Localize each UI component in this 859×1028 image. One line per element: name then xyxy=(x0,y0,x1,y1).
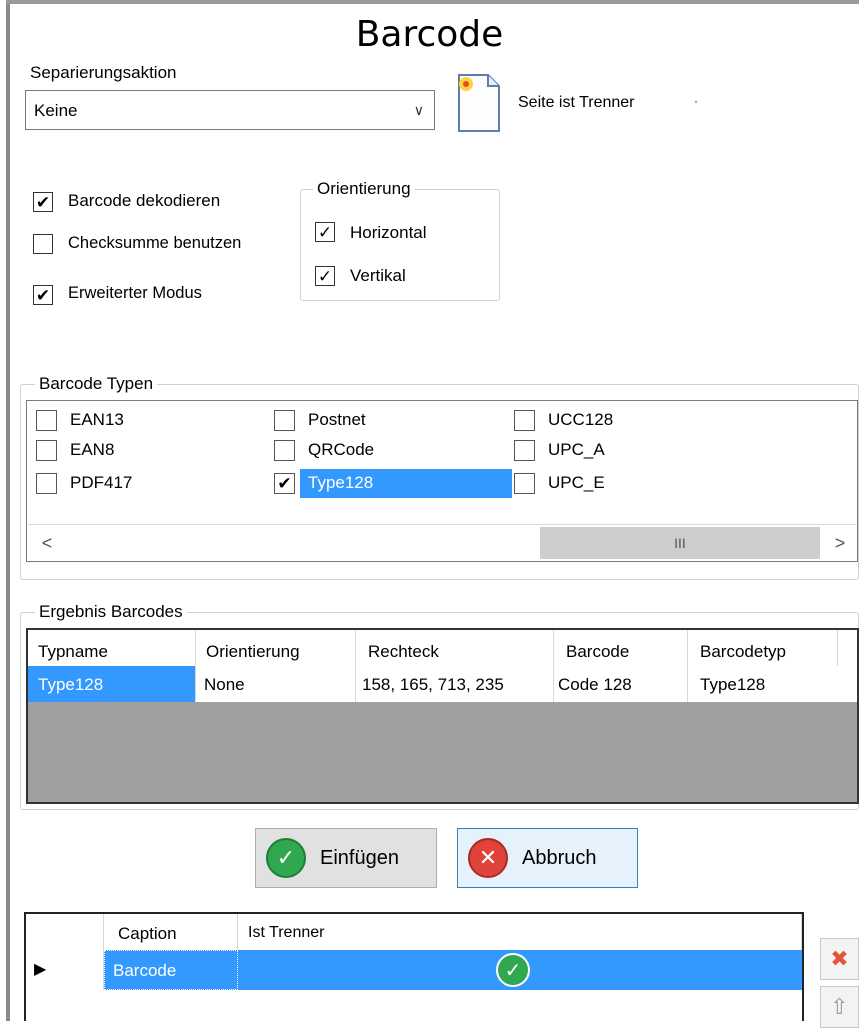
column-header-orientation[interactable]: Orientierung xyxy=(196,630,356,666)
checkmark-icon: ✓ xyxy=(317,266,333,286)
delete-x-icon: ✖ xyxy=(830,946,849,971)
column-header-barcode[interactable]: Barcode xyxy=(554,630,688,666)
row-indicator[interactable]: ▶ xyxy=(26,950,104,990)
table-row[interactable]: Type128 None 158, 165, 713, 235 Code 128… xyxy=(28,666,857,702)
dialog-title: Barcode xyxy=(355,14,504,55)
ean8-label: EAN8 xyxy=(70,440,115,459)
column-header-barcodetype[interactable]: Barcodetyp xyxy=(688,630,838,666)
upc-e-checkbox[interactable] xyxy=(514,473,535,494)
cell-caption-text: Barcode xyxy=(113,961,177,980)
current-row-arrow-icon: ▶ xyxy=(34,961,47,978)
types-horizontal-scrollbar[interactable]: < III > xyxy=(28,524,856,560)
extended-mode-label: Erweiterter Modus xyxy=(68,284,202,302)
separation-dropdown[interactable]: Keine ∨ xyxy=(25,90,435,130)
separation-label: Separierungsaktion xyxy=(30,63,177,82)
ucc128-checkbox[interactable] xyxy=(514,410,535,431)
upc-a-label: UPC_A xyxy=(548,440,605,459)
new-document-icon[interactable] xyxy=(456,72,502,134)
qrcode-checkbox[interactable] xyxy=(274,440,295,461)
insert-button-label: Einfügen xyxy=(320,846,399,869)
checksum-checkbox[interactable] xyxy=(33,234,53,254)
decode-checkbox[interactable]: ✔ xyxy=(33,192,53,212)
pdf417-checkbox[interactable] xyxy=(36,473,57,494)
separation-value: Keine xyxy=(34,101,78,120)
column-header-caption[interactable]: Caption xyxy=(104,914,238,950)
page-separator-label: Seite ist Trenner xyxy=(518,94,635,111)
ean8-checkbox[interactable] xyxy=(36,440,57,461)
results-grid[interactable]: Typname Orientierung Rechteck Barcode Ba… xyxy=(26,628,859,804)
scroll-left-button[interactable]: < xyxy=(28,525,66,561)
scroll-thumb[interactable]: III xyxy=(540,527,820,559)
results-title: Ergebnis Barcodes xyxy=(35,602,187,622)
chevron-down-icon: ∨ xyxy=(413,102,424,118)
decode-label: Barcode dekodieren xyxy=(68,191,221,210)
ean13-checkbox[interactable] xyxy=(36,410,57,431)
cell-rectangle[interactable]: 158, 165, 713, 235 xyxy=(356,666,554,702)
type128-label: Type128 xyxy=(308,473,374,492)
horizontal-label: Horizontal xyxy=(350,223,427,242)
cell-typname[interactable]: Type128 xyxy=(28,666,196,702)
cell-orientation[interactable]: None xyxy=(196,666,356,702)
barcode-types-title: Barcode Typen xyxy=(35,374,158,394)
checkmark-icon: ✔ xyxy=(35,285,51,305)
cell-caption[interactable]: Barcode xyxy=(104,950,238,990)
caption-grid[interactable]: Caption Ist Trenner ▶ Barcode ✓ xyxy=(24,912,804,1021)
delete-row-button[interactable]: ✖ xyxy=(820,938,859,980)
postnet-checkbox[interactable] xyxy=(274,410,295,431)
horizontal-checkbox[interactable]: ✓ xyxy=(315,222,335,242)
status-dot: · xyxy=(694,94,698,108)
window-left-border xyxy=(6,0,10,1021)
check-circle-icon: ✓ xyxy=(266,838,306,878)
qrcode-label: QRCode xyxy=(308,440,375,459)
type128-checkbox[interactable]: ✔ xyxy=(274,473,295,494)
scroll-right-button[interactable]: > xyxy=(824,525,856,561)
row-header-corner xyxy=(26,914,104,950)
upc-e-label: UPC_E xyxy=(548,473,605,492)
cell-barcode[interactable]: Code 128 xyxy=(554,666,688,702)
upc-a-checkbox[interactable] xyxy=(514,440,535,461)
insert-button[interactable]: ✓ Einfügen xyxy=(255,828,437,888)
column-header-rectangle[interactable]: Rechteck xyxy=(356,630,554,666)
orientation-title: Orientierung xyxy=(313,179,415,199)
vertical-checkbox[interactable]: ✓ xyxy=(315,266,335,286)
move-up-button[interactable]: ⇧ xyxy=(820,986,859,1028)
pdf417-label: PDF417 xyxy=(70,473,133,492)
extended-mode-checkbox[interactable]: ✔ xyxy=(33,285,53,305)
checksum-label: Checksumme benutzen xyxy=(68,234,242,252)
cancel-button[interactable]: ✕ Abbruch xyxy=(457,828,638,888)
cell-is-separator[interactable]: ✓ xyxy=(238,950,802,990)
column-header-typname[interactable]: Typname xyxy=(28,630,196,666)
cancel-button-label: Abbruch xyxy=(522,846,597,869)
window-top-border xyxy=(6,0,859,4)
postnet-label: Postnet xyxy=(308,410,366,429)
column-header-is-separator[interactable]: Ist Trenner xyxy=(238,914,802,950)
x-circle-icon: ✕ xyxy=(468,838,508,878)
checkmark-icon: ✓ xyxy=(317,222,333,242)
table-row[interactable]: ▶ Barcode ✓ xyxy=(26,950,802,990)
vertical-label: Vertikal xyxy=(350,266,406,285)
ean13-label: EAN13 xyxy=(70,410,124,429)
checkmark-icon: ✔ xyxy=(277,474,292,493)
checkmark-icon: ✔ xyxy=(35,192,51,212)
arrow-up-icon: ⇧ xyxy=(830,994,849,1019)
ucc128-label: UCC128 xyxy=(548,410,614,429)
check-circle-icon: ✓ xyxy=(496,953,530,987)
results-header: Typname Orientierung Rechteck Barcode Ba… xyxy=(28,630,857,666)
cell-barcodetype[interactable]: Type128 xyxy=(688,666,857,702)
